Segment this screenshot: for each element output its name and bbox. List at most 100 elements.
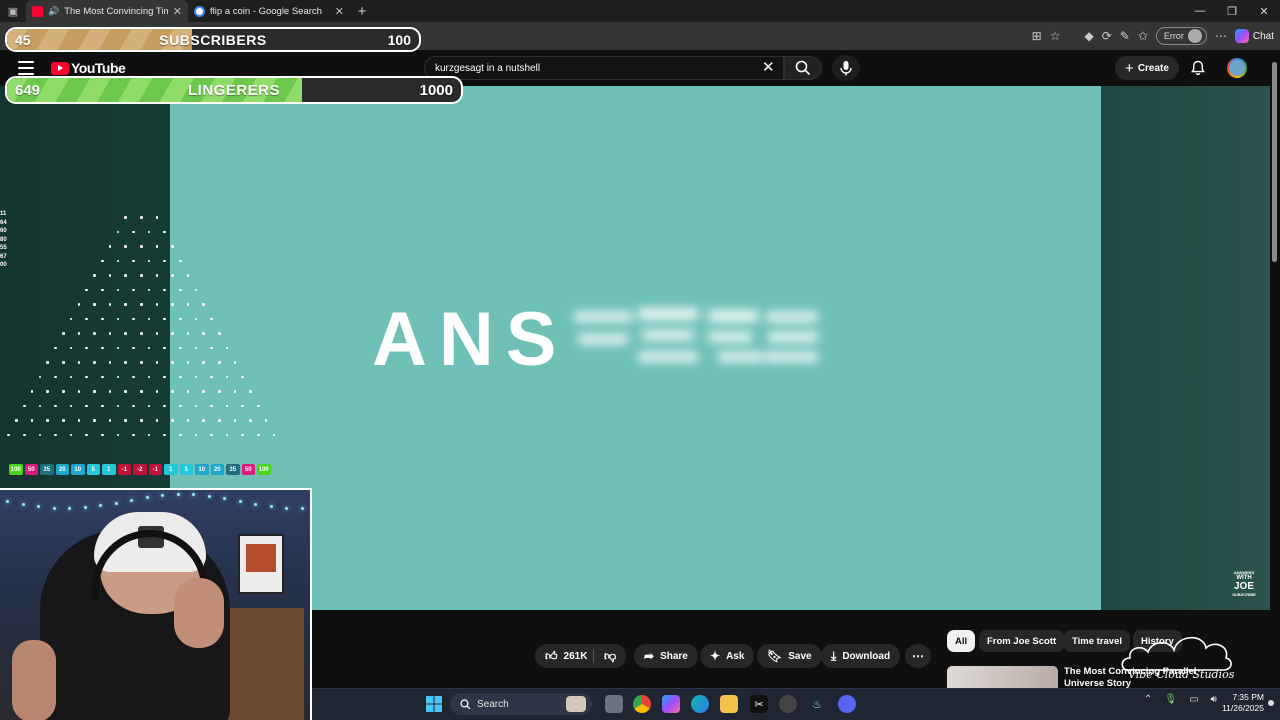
plinko-peg (140, 303, 143, 306)
light-bulb (37, 505, 40, 509)
studio-name: Vibe Cloud Studios (1128, 668, 1235, 681)
share-label: Share (660, 650, 688, 662)
plinko-peg (140, 216, 143, 219)
plinko-peg (132, 346, 135, 349)
plinko-peg (23, 433, 26, 436)
plinko-peg (147, 346, 151, 349)
plinko-peg (179, 288, 182, 291)
new-tab-plus-icon[interactable]: + (350, 0, 374, 22)
extension-diamond-icon[interactable]: ◆ (1084, 29, 1093, 43)
plinko-slot: 35 (40, 464, 54, 475)
scrollbar-thumb[interactable] (1272, 62, 1277, 262)
light-bulb (254, 502, 257, 506)
minimize-icon[interactable]: — (1184, 0, 1216, 22)
clear-search-icon[interactable]: ✕ (762, 58, 775, 76)
page-scrollbar[interactable] (1270, 52, 1280, 692)
favorites-icon[interactable]: ✩ (1138, 29, 1148, 43)
chip-from-joe-scott[interactable]: From Joe Scott (979, 630, 1065, 652)
close-window-icon[interactable]: ✕ (1248, 0, 1280, 22)
edge-icon[interactable] (691, 695, 709, 713)
plinko-peg (46, 390, 49, 393)
more-menu-icon[interactable]: ⋯ (1215, 29, 1227, 43)
like-button[interactable]: 👍︎ 261K (535, 644, 602, 668)
save-button[interactable]: 🔖︎ Save (757, 644, 822, 668)
account-avatar[interactable] (1227, 58, 1247, 78)
plinko-peg (101, 346, 104, 349)
restore-icon[interactable]: ❐ (1216, 0, 1248, 22)
plinko-peg (101, 288, 104, 291)
plinko-peg (264, 419, 268, 422)
light-bulb (145, 495, 149, 499)
create-label: Create (1137, 62, 1169, 74)
taskbar-clock[interactable]: 7:35 PM 11/26/2025 (1218, 692, 1264, 714)
search-button[interactable] (784, 56, 822, 80)
video-frame-text: ANS (372, 297, 569, 382)
split-screen-icon[interactable]: ⊞ (1032, 29, 1042, 43)
tab-actions-menu-icon[interactable]: ▣ (0, 0, 26, 22)
chip-all[interactable]: All (947, 630, 976, 652)
extension-brush-icon[interactable]: ✎ (1120, 29, 1130, 43)
plinko-peg (218, 390, 221, 393)
microphone-tray-icon[interactable]: 🎙︎ (1164, 694, 1177, 705)
download-button[interactable]: ⤓ Download (821, 644, 901, 668)
plinko-peg (179, 433, 182, 436)
tab-google-search[interactable]: flip a coin - Google Search ✕ (188, 0, 350, 22)
plinko-slots: 100 50 35 20 10 5 1 -1 -2 -1 1 5 10 20 35 50 100 (9, 464, 271, 475)
ask-button[interactable]: ✦ Ask (700, 644, 755, 668)
close-tab-icon[interactable]: ✕ (173, 5, 182, 18)
copilot-chat-button[interactable]: Chat (1234, 29, 1274, 43)
plinko-peg (85, 404, 88, 407)
task-view-icon[interactable] (605, 695, 623, 713)
obs-icon[interactable] (779, 695, 797, 713)
light-bulb (207, 494, 211, 498)
plinko-peg (163, 288, 166, 291)
plinko-peg (38, 404, 42, 407)
speaker-icon[interactable]: 🔊 (48, 6, 59, 17)
file-explorer-icon[interactable] (720, 695, 738, 713)
channel-watermark[interactable]: ANSWERS WITH JOE SUBSCRIBE (1229, 570, 1259, 597)
recommended-video-thumbnail[interactable] (947, 666, 1058, 688)
search-input[interactable]: kurzgesagt in a nutshell (424, 56, 784, 80)
search-highlight-icon (566, 696, 586, 712)
plinko-peg (257, 433, 260, 436)
plinko-peg (163, 346, 166, 349)
chat-label: Chat (1252, 30, 1274, 42)
notifications-bell-icon[interactable] (1190, 60, 1206, 76)
thumbs-down-icon: 👎︎ (604, 648, 617, 663)
plinko-slot: 10 (195, 464, 209, 475)
plinko-peg (249, 390, 252, 393)
volume-icon[interactable]: 🔊︎ (1211, 694, 1217, 705)
tray-expand-icon[interactable]: ⌃ (1144, 694, 1152, 705)
notification-icon[interactable] (1268, 700, 1274, 706)
capcut-icon[interactable]: ✂ (750, 695, 768, 713)
voice-search-button[interactable] (832, 55, 860, 81)
close-tab-icon[interactable]: ✕ (335, 5, 344, 18)
search-icon (795, 60, 811, 76)
favorite-star-icon[interactable]: ☆ (1050, 29, 1061, 43)
profile-error-button[interactable]: Error (1155, 27, 1207, 45)
youtube-logo-text: YouTube (71, 60, 126, 76)
plinko-peg (77, 390, 81, 393)
plus-icon: + (1125, 59, 1134, 77)
plinko-slot: -1 (117, 464, 131, 475)
chrome-icon[interactable] (633, 695, 651, 713)
steam-icon[interactable]: ♨ (808, 695, 826, 713)
youtube-logo[interactable]: YouTube (51, 60, 126, 76)
extension-refresh-icon[interactable]: ⟳ (1102, 29, 1112, 43)
copilot-icon[interactable] (662, 695, 680, 713)
taskbar-search[interactable]: Search (450, 693, 592, 715)
plinko-peg (30, 390, 34, 393)
hamburger-menu-icon[interactable] (18, 61, 34, 75)
tab-youtube[interactable]: 🔊 The Most Convincing Time T ✕ (26, 0, 188, 22)
plinko-peg (62, 361, 65, 364)
share-button[interactable]: ➦ Share (634, 644, 698, 668)
more-actions-icon[interactable]: ⋯ (905, 644, 931, 668)
windows-start-icon[interactable] (425, 695, 443, 713)
dislike-button[interactable]: 👎︎ (594, 644, 627, 668)
create-button[interactable]: + Create (1115, 56, 1179, 80)
plinko-peg (171, 332, 174, 335)
discord-icon[interactable] (838, 695, 856, 713)
plinko-peg (225, 433, 229, 436)
network-icon[interactable]: ▭ (1189, 694, 1198, 705)
plinko-peg (147, 317, 151, 320)
